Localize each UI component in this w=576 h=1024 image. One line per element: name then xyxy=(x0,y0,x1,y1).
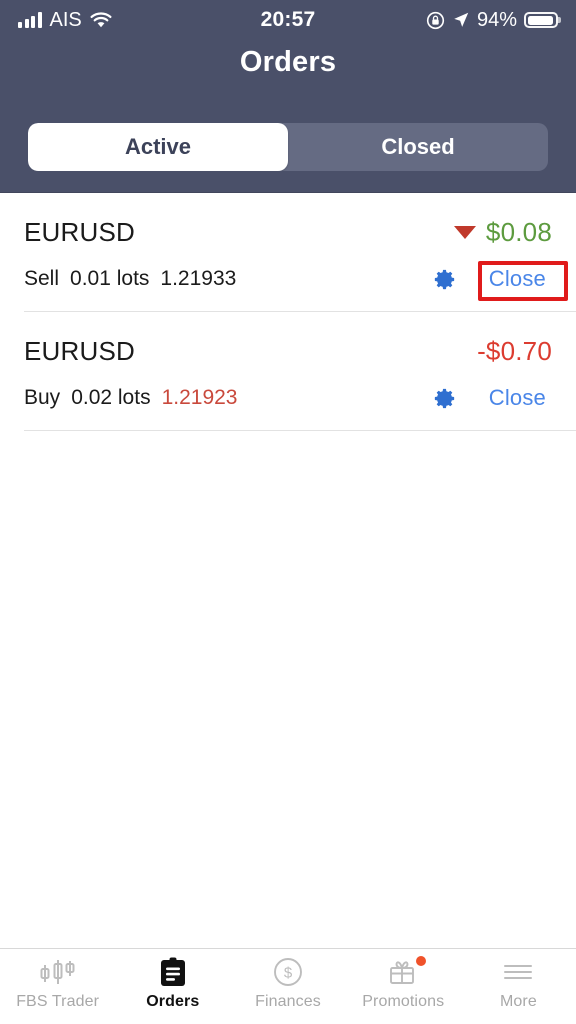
triangle-down-icon xyxy=(453,225,476,239)
order-profit: -$0.70 xyxy=(477,335,552,366)
order-price: 1.21933 xyxy=(160,267,237,290)
order-actions: Close xyxy=(432,264,552,294)
tab-finances[interactable]: $ Finances xyxy=(230,957,345,1011)
order-symbol: EURUSD xyxy=(24,216,135,247)
order-price: 1.21923 xyxy=(161,386,238,409)
order-volume: 0.02 lots xyxy=(71,386,151,409)
carrier-label: AIS xyxy=(49,8,82,31)
close-order-button[interactable]: Close xyxy=(483,383,552,413)
tab-promotions[interactable]: Promotions xyxy=(346,956,461,1011)
tab-fbs-trader-label: FBS Trader xyxy=(16,993,99,1010)
status-bar-right: 94% xyxy=(426,9,558,32)
tab-orders[interactable]: Orders xyxy=(115,957,230,1011)
battery-icon xyxy=(524,12,558,28)
location-arrow-icon xyxy=(452,11,470,29)
order-profit-group: $0.08 xyxy=(453,216,552,248)
close-order-button[interactable]: Close xyxy=(483,264,552,294)
order-row[interactable]: EURUSD $0.08 Sell 0.01 lots 1.21933 Clos… xyxy=(0,193,576,311)
list-separator xyxy=(24,430,576,431)
wifi-icon xyxy=(90,11,112,29)
status-bar-left: AIS xyxy=(18,9,112,32)
bottom-tab-bar: FBS Trader Orders $ Finances Promotions … xyxy=(0,948,576,1024)
order-volume: 0.01 lots xyxy=(70,267,150,290)
order-row-bottom: Buy 0.02 lots 1.21923 Close xyxy=(24,382,552,414)
status-bar: AIS 20:57 94% xyxy=(0,0,576,40)
orders-list: EURUSD $0.08 Sell 0.01 lots 1.21933 Clos… xyxy=(0,193,576,948)
page-title: Orders xyxy=(239,46,337,78)
clipboard-icon xyxy=(160,957,186,987)
gear-icon[interactable] xyxy=(432,267,457,292)
tab-fbs-trader[interactable]: FBS Trader xyxy=(0,957,115,1011)
orders-segmented-control[interactable]: Active Closed xyxy=(28,123,548,171)
order-details: Sell 0.01 lots 1.21933 xyxy=(24,267,236,291)
tab-closed-orders-label: Closed xyxy=(381,134,455,159)
dollar-circle-icon: $ xyxy=(273,957,303,987)
order-profit-group: -$0.70 xyxy=(477,336,552,367)
gift-icon xyxy=(388,956,426,987)
app-header: AIS 20:57 94% Orders Active Closed xyxy=(0,0,576,193)
order-details: Buy 0.02 lots 1.21923 xyxy=(24,386,238,410)
tab-more[interactable]: More xyxy=(461,957,576,1011)
order-row-bottom: Sell 0.01 lots 1.21933 Close xyxy=(24,263,552,295)
tab-active-orders[interactable]: Active xyxy=(28,123,288,171)
candlestick-chart-icon xyxy=(37,957,79,987)
app-screen: AIS 20:57 94% Orders Active Closed EURUS… xyxy=(0,0,576,1024)
hamburger-menu-icon xyxy=(503,957,533,987)
gear-icon[interactable] xyxy=(432,386,457,411)
tab-promotions-label: Promotions xyxy=(362,993,445,1010)
order-direction: Sell xyxy=(24,267,60,290)
order-row-top: EURUSD -$0.70 xyxy=(24,334,552,368)
order-row[interactable]: EURUSD -$0.70 Buy 0.02 lots 1.21923 Clos… xyxy=(0,312,576,430)
order-symbol: EURUSD xyxy=(24,335,135,366)
tab-finances-label: Finances xyxy=(255,993,321,1010)
tab-active-orders-label: Active xyxy=(124,134,192,159)
order-direction: Buy xyxy=(24,386,61,409)
tab-closed-orders[interactable]: Closed xyxy=(288,123,548,171)
cellular-bars-icon xyxy=(18,12,42,28)
svg-text:$: $ xyxy=(284,965,293,982)
rotation-lock-icon xyxy=(426,11,445,30)
order-row-top: EURUSD $0.08 xyxy=(24,215,552,249)
promotions-badge xyxy=(415,956,426,966)
tab-more-label: More xyxy=(499,993,537,1010)
order-profit: $0.08 xyxy=(485,216,552,247)
battery-percent-label: 94% xyxy=(476,8,517,31)
order-actions: Close xyxy=(432,383,552,413)
tab-orders-label: Orders xyxy=(146,993,200,1010)
